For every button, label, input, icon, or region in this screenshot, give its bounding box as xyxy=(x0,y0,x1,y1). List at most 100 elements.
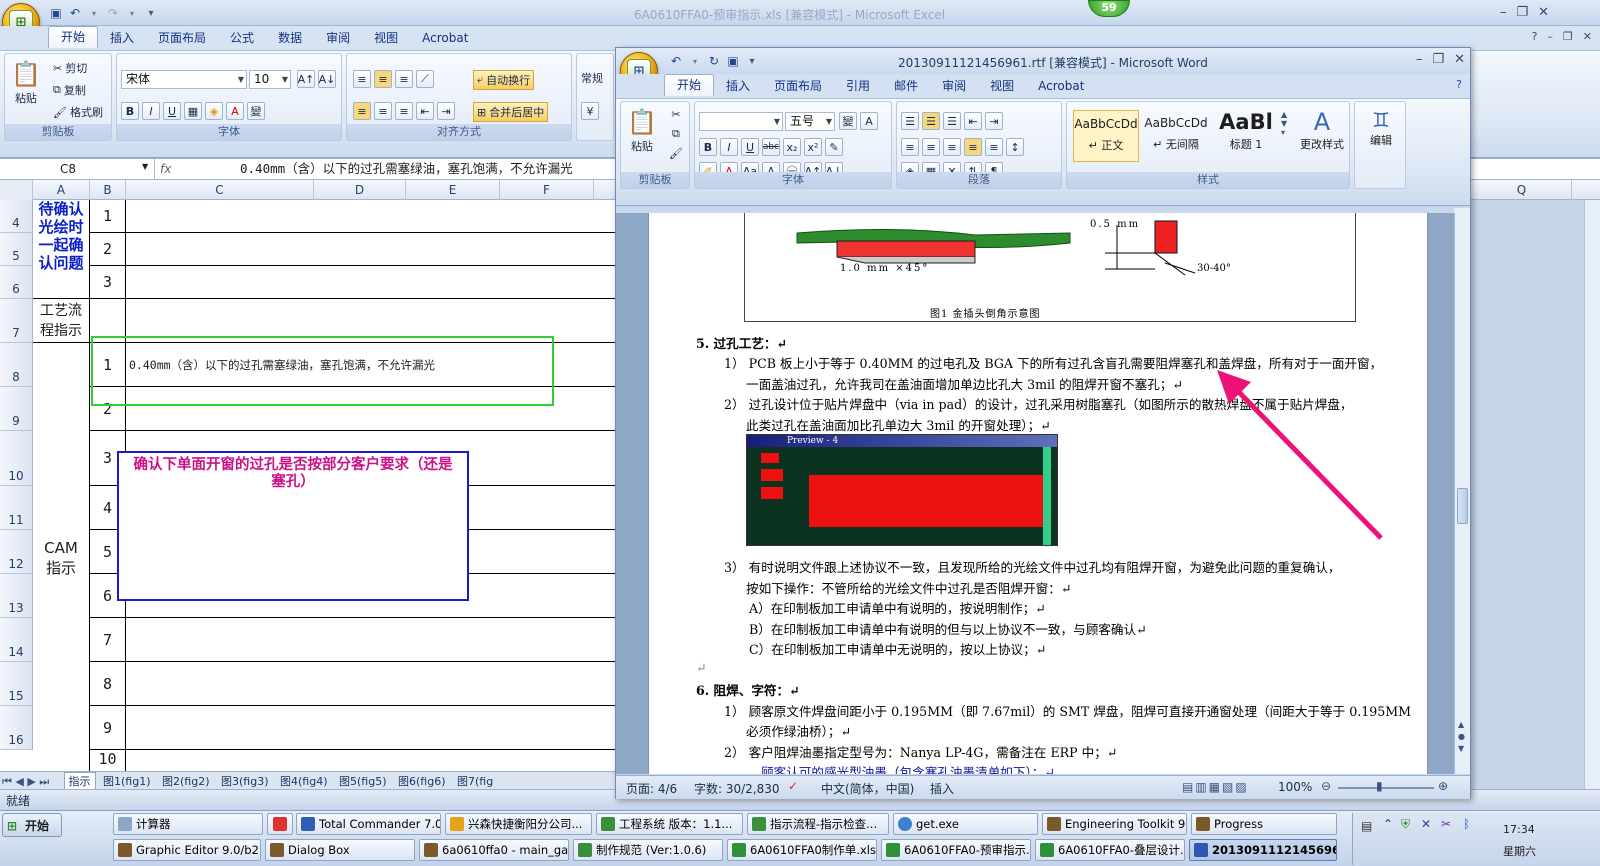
column-d[interactable]: D xyxy=(314,180,406,200)
task-dialog-box[interactable]: Dialog Box xyxy=(265,839,415,861)
excel-tab-acrobat[interactable]: Acrobat xyxy=(410,28,480,48)
multilevel-list-icon[interactable]: ☰ xyxy=(943,112,961,130)
bold-icon[interactable]: B xyxy=(699,138,717,156)
tray-expand-icon[interactable]: ⌃ xyxy=(1383,817,1393,831)
font-color-icon[interactable]: A xyxy=(226,102,244,120)
undo-dropdown-icon[interactable]: ▾ xyxy=(86,5,102,21)
row-header-13[interactable]: 13 xyxy=(0,574,33,618)
cell-b-confirm-1[interactable]: 1 xyxy=(90,200,126,233)
redo-icon[interactable]: ↷ xyxy=(105,5,121,21)
distribute-icon[interactable]: ≡ xyxy=(985,138,1003,156)
excel-cut-button[interactable]: ✂ 剪切 xyxy=(53,60,87,76)
minimize-icon[interactable]: – xyxy=(1500,5,1507,20)
bullets-icon[interactable]: ☰ xyxy=(901,112,919,130)
cell-b-cam-9[interactable]: 9 xyxy=(90,706,126,750)
redo-dropdown-icon[interactable]: ▾ xyxy=(124,5,140,21)
task-progress[interactable]: Progress xyxy=(1191,813,1337,835)
align-center-icon[interactable]: ≡ xyxy=(374,102,392,120)
word-tab-home[interactable]: 开始 xyxy=(664,74,715,96)
edit-button[interactable]: ♊ 编辑 xyxy=(1359,108,1403,148)
word-font-size-combo[interactable]: 五号 ▼ xyxy=(785,112,835,131)
tray-network-icon[interactable]: ▤ xyxy=(1361,819,1372,833)
word-tab-acrobat[interactable]: Acrobat xyxy=(1026,76,1096,96)
cell-c15[interactable] xyxy=(126,662,615,706)
excel-grow-shrink-font[interactable]: A↑ A↓ xyxy=(297,70,336,88)
border-icon[interactable]: ▦ xyxy=(184,102,202,120)
scroll-thumb[interactable] xyxy=(1457,488,1468,524)
cell-b-cam-8[interactable]: 8 xyxy=(90,662,126,706)
excel-vertical-scrollbar[interactable] xyxy=(1584,200,1600,789)
excel-accounting-icon[interactable]: ¥ xyxy=(581,102,599,120)
cell-c6[interactable] xyxy=(126,266,615,299)
word-tab-page-layout[interactable]: 页面布局 xyxy=(762,76,834,96)
word-paste-button[interactable]: 📋 粘贴 xyxy=(627,108,657,154)
undo-icon[interactable]: ↶ xyxy=(668,53,684,69)
sheet-tab-7[interactable]: 图7(fig xyxy=(453,773,497,789)
task-engineering-system[interactable]: 工程系统 版本：1.1... xyxy=(596,813,743,835)
zoom-out-icon[interactable]: ⊖ xyxy=(1321,779,1331,793)
subscript-icon[interactable]: x₂ xyxy=(783,138,801,156)
customize-qat-icon[interactable]: ▾ xyxy=(744,53,760,69)
cell-c4[interactable] xyxy=(126,200,615,233)
italic-icon[interactable]: I xyxy=(720,138,738,156)
row-header-12[interactable]: 12 xyxy=(0,530,33,574)
tray-day[interactable]: 星期六 xyxy=(1503,843,1536,859)
column-c[interactable]: C xyxy=(126,180,314,200)
sheet-tab-1[interactable]: 图1(fig1) xyxy=(99,773,155,789)
cell-a-confirm-items[interactable]: 待确认光绘时一起确认问题 xyxy=(33,200,90,299)
scissors-icon[interactable]: ✂ xyxy=(671,108,680,121)
task-engineering-toolkit[interactable]: Engineering Toolkit 9.0... xyxy=(1042,813,1187,835)
task-instruction-flow[interactable]: 指示流程-指示检查... xyxy=(747,813,889,835)
task-word-document[interactable]: 20130911121456961... xyxy=(1189,839,1337,861)
copy-icon[interactable]: ⧉ xyxy=(672,127,680,141)
decrease-indent-icon[interactable]: ⇤ xyxy=(416,102,434,120)
word-tab-references[interactable]: 引用 xyxy=(834,76,882,96)
minimize-icon[interactable]: – xyxy=(1416,52,1423,67)
align-right-icon[interactable]: ≡ xyxy=(395,102,413,120)
sheet-tab-5[interactable]: 图5(fig5) xyxy=(335,773,391,789)
word-font-name-combo[interactable]: ▼ xyxy=(699,112,783,131)
cell-c5[interactable] xyxy=(126,233,615,266)
char-border-icon[interactable]: A xyxy=(860,112,878,130)
fx-icon[interactable]: fx xyxy=(160,159,230,179)
task-graphic-editor[interactable]: Graphic Editor 9.0/b2 (... xyxy=(113,839,261,861)
word-insert-mode[interactable]: 插入 xyxy=(930,780,954,797)
browse-object-icons[interactable]: ▲ ● ▼ xyxy=(1458,719,1465,755)
row-header-8[interactable]: 8 xyxy=(0,343,33,387)
styles-scroll[interactable]: ▲ ▼ ▾ xyxy=(1281,110,1293,164)
increase-indent-icon[interactable]: ⇥ xyxy=(985,112,1003,130)
tray-bluetooth-icon[interactable]: ᛒ xyxy=(1463,817,1470,831)
cell-a-cam[interactable]: CAM指示 xyxy=(33,343,90,771)
word-vertical-scrollbar[interactable]: ▲ ● ▼ xyxy=(1454,213,1470,774)
word-language[interactable]: 中文(简体，中国) xyxy=(821,780,914,797)
sheet-nav-icon[interactable]: ⏮ ◀ ▶ ⏭ xyxy=(0,775,60,789)
start-button[interactable]: ⊞ 开始 xyxy=(2,813,62,837)
task-calculator[interactable]: 计算器 xyxy=(113,813,263,835)
sheet-tab-3[interactable]: 图3(fig3) xyxy=(217,773,273,789)
tray-tool-icon[interactable]: ✂ xyxy=(1441,817,1451,831)
sheet-tab-2[interactable]: 图2(fig2) xyxy=(158,773,214,789)
align-right-icon[interactable]: ≡ xyxy=(943,138,961,156)
align-middle-icon[interactable]: ≡ xyxy=(374,70,392,88)
superscript-icon[interactable]: x² xyxy=(804,138,822,156)
formula-input[interactable]: 0.40mm（含）以下的过孔需塞绿油，塞孔饱满，不允许漏光 xyxy=(240,159,573,179)
row-header-5[interactable]: 5 xyxy=(0,233,33,266)
proofing-icon[interactable]: ✓ xyxy=(788,779,798,793)
bold-icon[interactable]: B xyxy=(121,102,139,120)
zoom-in-icon[interactable]: ⊕ xyxy=(1438,779,1448,793)
excel-wrap-text-button[interactable]: ⤶ 自动换行 xyxy=(473,70,535,90)
excel-tab-view[interactable]: 视图 xyxy=(362,28,410,48)
decrease-indent-icon[interactable]: ⇤ xyxy=(964,112,982,130)
restore-icon[interactable]: ❐ xyxy=(1517,5,1529,20)
word-tab-insert[interactable]: 插入 xyxy=(714,76,762,96)
word-page-count[interactable]: 页面: 4/6 xyxy=(626,780,677,797)
align-left-icon[interactable]: ≡ xyxy=(901,138,919,156)
undo-icon[interactable]: ↶ xyxy=(67,5,83,21)
phonetic-icon[interactable]: 變 xyxy=(839,112,857,130)
row-header-6[interactable]: 6 xyxy=(0,266,33,299)
tray-clock[interactable]: 17:34 xyxy=(1503,823,1535,836)
excel-tab-review[interactable]: 审阅 xyxy=(314,28,362,48)
save-icon[interactable]: ▣ xyxy=(725,53,741,69)
clear-format-icon[interactable]: ✎ xyxy=(825,138,843,156)
align-center-icon[interactable]: ≡ xyxy=(922,138,940,156)
